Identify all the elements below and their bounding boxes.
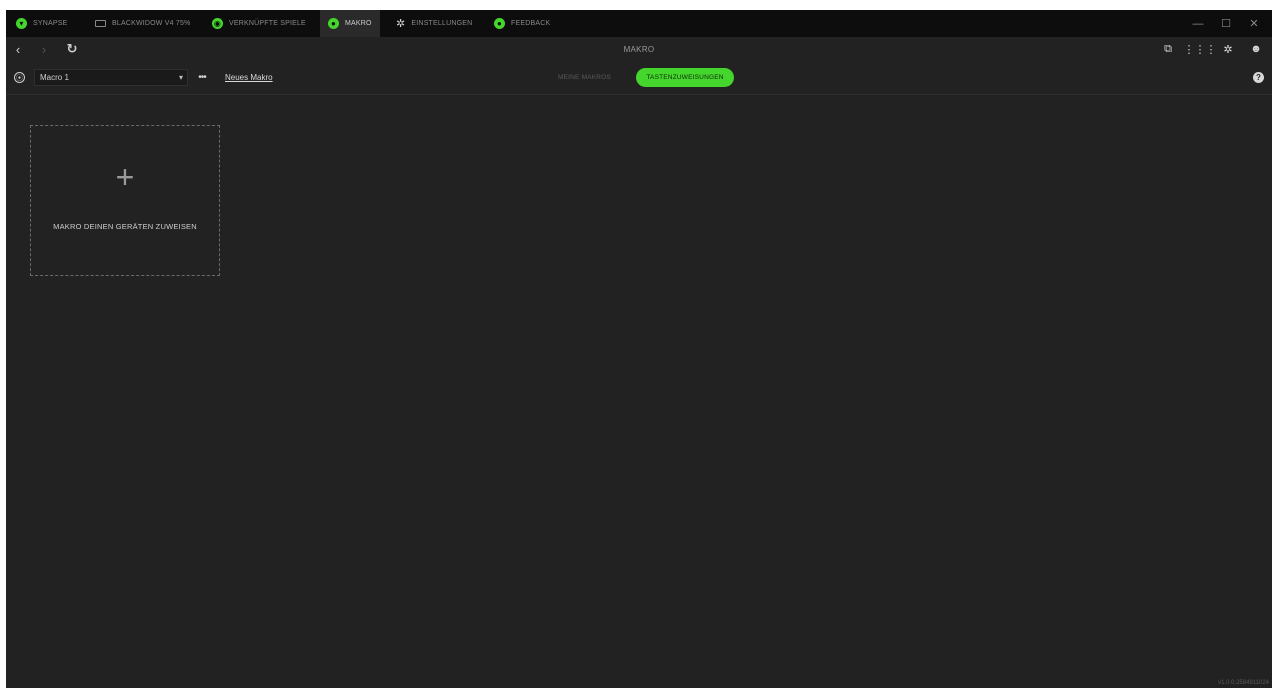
page-title: MAKRO (623, 44, 655, 54)
grid-icon: ⋮⋮⋮ (1183, 43, 1217, 56)
maximize-button[interactable]: ☐ (1212, 10, 1240, 37)
new-macro-link[interactable]: Neues Makro (225, 69, 273, 86)
gamepad-icon: ◉ (212, 18, 223, 29)
tab-blackwidow[interactable]: BLACKWIDOW V4 75% (95, 10, 190, 37)
assign-macro-card[interactable]: + MAKRO DEINEN GERÄTEN ZUWEISEN (30, 125, 220, 276)
gear-icon: ✲ (396, 18, 406, 30)
app-window: ▾ SYNAPSE BLACKWIDOW V4 75% ◉ VERKNÜPFTE… (6, 10, 1272, 688)
chevron-down-icon: ▾ (178, 73, 183, 82)
macro-select[interactable]: Macro 1 ▾ (34, 69, 188, 86)
apps-grid-button[interactable]: ⋮⋮⋮ (1184, 37, 1217, 61)
tab-macro[interactable]: ● MAKRO (320, 10, 380, 37)
macro-select-value: Macro 1 (40, 73, 69, 82)
copy-icon: ⧉ (1164, 42, 1172, 55)
help-button[interactable]: ? (1253, 72, 1264, 83)
help-icon: ? (1256, 73, 1261, 82)
tab-key-assignments[interactable]: TASTENZUWEISUNGEN (636, 68, 734, 87)
settings-button[interactable]: ✲ (1220, 37, 1236, 61)
nav-bar: ‹ › ↻ MAKRO ⧉ ⋮⋮⋮ ✲ ☻ (6, 37, 1272, 61)
assign-macro-label: MAKRO DEINEN GERÄTEN ZUWEISEN (53, 222, 197, 231)
macro-icon: ● (328, 18, 339, 29)
macro-toolbar: ⦿ Macro 1 ▾ ••• Neues Makro MEINE MAKROS… (6, 61, 1272, 95)
close-button[interactable]: ✕ (1240, 10, 1268, 37)
notifications-button[interactable]: ⧉ (1160, 37, 1176, 61)
tab-synapse[interactable]: ▾ SYNAPSE (16, 10, 67, 37)
tab-blackwidow-label: BLACKWIDOW V4 75% (112, 20, 191, 27)
synapse-icon: ▾ (16, 18, 27, 29)
title-bar: ▾ SYNAPSE BLACKWIDOW V4 75% ◉ VERKNÜPFTE… (6, 10, 1272, 37)
gear-icon: ✲ (1223, 43, 1233, 56)
keyboard-icon (95, 20, 106, 27)
tab-feedback-label: FEEDBACK (511, 20, 551, 27)
tab-settings[interactable]: ✲ EINSTELLUNGEN (396, 10, 472, 37)
maximize-icon: ☐ (1221, 18, 1231, 30)
tab-macro-label: MAKRO (345, 20, 372, 27)
profile-avatar-button[interactable]: ☻ (1248, 37, 1264, 61)
tab-linked-games-label: VERKNÜPFTE SPIELE (229, 20, 306, 27)
tab-feedback[interactable]: ● FEEDBACK (494, 10, 550, 37)
more-icon: ••• (198, 72, 206, 83)
avatar-icon: ☻ (1250, 43, 1262, 55)
close-icon: ✕ (1249, 18, 1259, 30)
plus-icon: + (115, 159, 135, 195)
feedback-icon: ● (494, 18, 505, 29)
version-label: v1.0.0.2584911024 (1218, 680, 1269, 686)
minimize-button[interactable]: — (1184, 10, 1212, 37)
tab-settings-label: EINSTELLUNGEN (411, 20, 473, 27)
macro-profile-icon: ⦿ (14, 72, 25, 83)
minimize-icon: — (1192, 17, 1204, 30)
tab-my-macros[interactable]: MEINE MAKROS (558, 70, 611, 85)
more-options-button[interactable]: ••• (195, 69, 209, 86)
tab-synapse-label: SYNAPSE (33, 20, 68, 27)
tab-linked-games[interactable]: ◉ VERKNÜPFTE SPIELE (212, 10, 306, 37)
